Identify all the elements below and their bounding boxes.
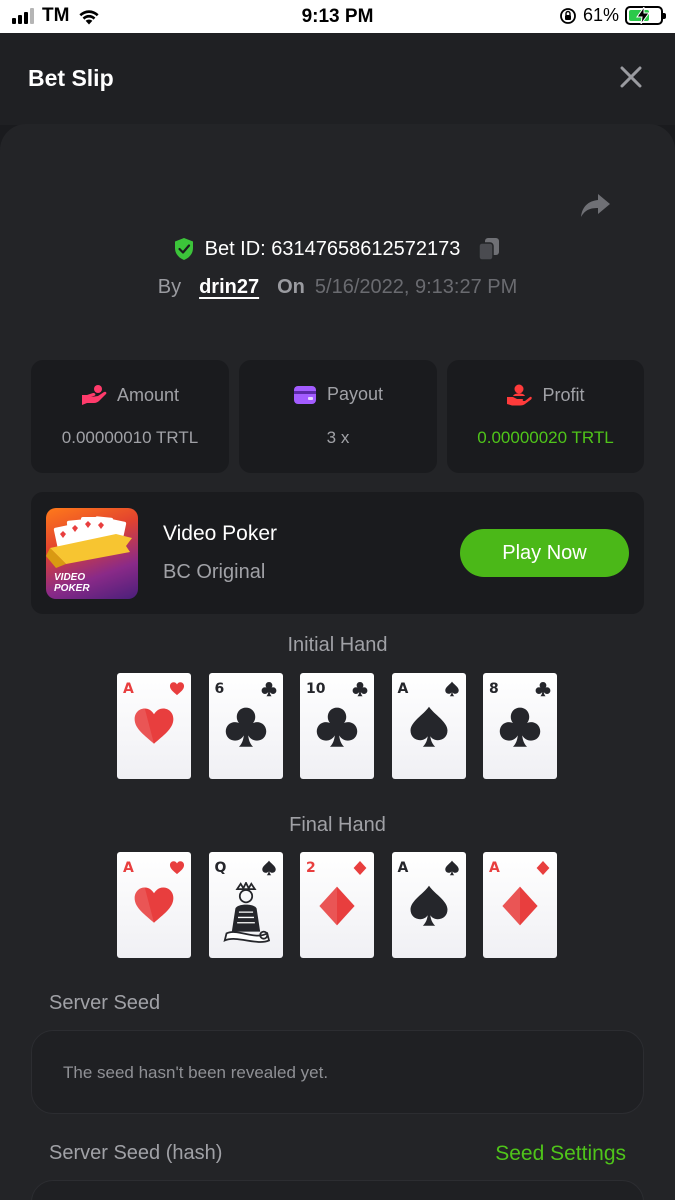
card-rank: Q xyxy=(214,860,227,876)
profit-value: 0.00000020 TRTL xyxy=(477,428,614,447)
profit-label: Profit xyxy=(542,384,585,405)
by-label: By xyxy=(157,276,182,298)
orientation-lock-icon xyxy=(560,7,576,24)
heart-large-icon xyxy=(134,887,174,923)
close-icon[interactable] xyxy=(619,65,643,89)
heart-suit-icon xyxy=(169,861,185,875)
diamond-suit-icon xyxy=(536,860,550,876)
status-right: 61% xyxy=(559,5,666,26)
queen-figure-icon xyxy=(222,882,270,943)
bet-date: 5/16/2022, 9:13:27 PM xyxy=(314,276,518,298)
club-large-icon xyxy=(499,707,541,747)
initial-hand-card-4: A xyxy=(391,673,466,779)
status-bar: TM 9:13 PM 61% xyxy=(0,0,675,33)
diamond-large-icon xyxy=(502,886,538,926)
server-seed-field: The seed hasn't been revealed yet. xyxy=(31,1030,644,1114)
final-hand: A Q 2 A A xyxy=(117,852,557,958)
card-rank: A xyxy=(397,681,409,697)
spade-large-icon xyxy=(410,885,447,926)
battery-icon xyxy=(625,6,666,25)
spade-suit-icon xyxy=(444,681,459,697)
final-hand-card-5: A xyxy=(483,852,557,958)
payout-label: Payout xyxy=(326,384,384,404)
server-seed-value: The seed hasn't been revealed yet. xyxy=(63,1063,329,1082)
card-rank: A xyxy=(397,860,409,876)
final-hand-title: Final Hand xyxy=(289,814,386,836)
card-rank: 6 xyxy=(214,681,225,697)
diamond-large-icon xyxy=(319,886,355,926)
svg-text:VIDEO: VIDEO xyxy=(54,572,85,583)
seed-settings-link[interactable]: Seed Settings xyxy=(495,1142,626,1166)
card-rank: 10 xyxy=(306,681,326,697)
server-seed-hash-label: Server Seed (hash) xyxy=(49,1142,223,1164)
payout-stat-card: Payout 3 x xyxy=(239,360,437,473)
club-suit-icon xyxy=(261,681,276,697)
modal-header: Bet Slip xyxy=(0,33,675,125)
modal-title: Bet Slip xyxy=(28,65,114,91)
initial-hand: A 6 10 A 8 xyxy=(117,673,557,779)
initial-hand-title: Initial Hand xyxy=(287,634,388,656)
card-rank: A xyxy=(123,681,134,697)
spade-suit-icon xyxy=(444,860,459,876)
initial-hand-card-3: 10 xyxy=(300,673,374,779)
final-hand-card-2: Q xyxy=(208,852,283,958)
heart-suit-icon xyxy=(169,682,185,696)
verified-shield-icon xyxy=(174,238,193,260)
play-now-button[interactable]: Play Now xyxy=(460,529,629,577)
final-hand-card-1: A xyxy=(117,852,191,958)
hand-person-icon xyxy=(507,384,533,406)
club-large-icon xyxy=(316,707,358,747)
server-seed-label: Server Seed xyxy=(49,992,161,1014)
hand-coin-icon xyxy=(81,385,107,405)
game-name: Video Poker xyxy=(163,522,278,545)
heart-large-icon xyxy=(134,708,174,744)
initial-hand-card-5: 8 xyxy=(483,673,557,779)
profit-stat-card: Profit 0.00000020 TRTL xyxy=(447,360,644,473)
payout-value: 3 x xyxy=(326,428,350,447)
bet-id: Bet ID: 63147658612572173 xyxy=(204,237,461,260)
amount-label: Amount xyxy=(116,384,180,405)
final-hand-card-3: 2 xyxy=(300,852,374,958)
club-suit-icon xyxy=(352,681,368,697)
spade-large-icon xyxy=(410,706,447,747)
card-rank: 2 xyxy=(306,860,316,876)
card-rank: 8 xyxy=(489,681,499,697)
initial-hand-card-2: 6 xyxy=(208,673,283,779)
bet-author-row: By drin27 On 5/16/2022, 9:13:27 PM xyxy=(0,276,675,299)
card-rank: A xyxy=(123,860,134,876)
wallet-icon xyxy=(293,385,316,404)
diamond-suit-icon xyxy=(353,860,367,876)
final-hand-card-4: A xyxy=(391,852,466,958)
battery-percent: 61% xyxy=(582,5,619,25)
svg-text:POKER: POKER xyxy=(54,583,90,594)
club-suit-icon xyxy=(535,681,551,697)
bet-id-row: Bet ID: 63147658612572173 xyxy=(0,236,675,262)
amount-value: 0.00000010 TRTL xyxy=(61,428,199,447)
game-card: VIDEO POKER Video Poker BC Original Play… xyxy=(31,492,644,614)
on-label: On xyxy=(277,276,305,298)
initial-hand-card-1: A xyxy=(117,673,191,779)
spade-suit-icon xyxy=(261,860,276,876)
game-subtitle: BC Original xyxy=(163,561,266,583)
amount-stat-card: Amount 0.00000010 TRTL xyxy=(31,360,229,473)
card-rank: A xyxy=(489,860,500,876)
video-poker-thumbnail: VIDEO POKER xyxy=(46,508,138,599)
copy-icon[interactable] xyxy=(476,236,502,262)
server-seed-hash-field xyxy=(31,1180,644,1200)
club-large-icon xyxy=(225,707,266,747)
username-link[interactable]: drin27 xyxy=(199,276,259,299)
share-icon[interactable] xyxy=(578,188,612,222)
